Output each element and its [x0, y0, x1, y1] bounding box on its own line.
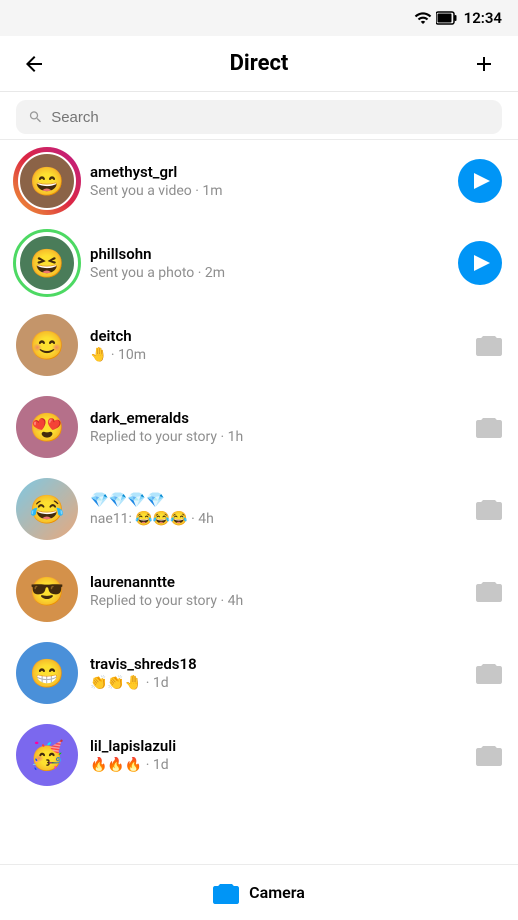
- camera-button[interactable]: [476, 580, 502, 602]
- message-preview: Sent you a video · 1m: [90, 183, 446, 199]
- play-button[interactable]: [458, 159, 502, 203]
- message-content: lil_lapislazuli 🔥🔥🔥 · 1d: [90, 737, 464, 773]
- camera-icon: [213, 882, 239, 904]
- message-content: 💎💎💎💎 nae11: 😂😂😂 · 4h: [90, 491, 464, 527]
- message-item[interactable]: 😎 laurenanntte Replied to your story · 4…: [0, 550, 518, 632]
- search-icon: [28, 109, 43, 125]
- message-item[interactable]: 😊 deitch 🤚 · 10m: [0, 304, 518, 386]
- avatar: 😎: [16, 560, 78, 622]
- message-item[interactable]: 😂 💎💎💎💎 nae11: 😂😂😂 · 4h: [0, 468, 518, 550]
- message-username: phillsohn: [90, 245, 446, 263]
- signal-icon: [414, 9, 432, 27]
- add-button[interactable]: [466, 46, 502, 82]
- message-preview: Sent you a photo · 2m: [90, 265, 446, 281]
- camera-button[interactable]: [476, 744, 502, 766]
- search-wrap[interactable]: [16, 100, 502, 134]
- back-icon: [22, 52, 46, 76]
- message-preview: 👏👏🤚 · 1d: [90, 675, 464, 691]
- avatar: 😊: [16, 314, 78, 376]
- message-preview: Replied to your story · 4h: [90, 593, 464, 609]
- message-username: deitch: [90, 327, 464, 345]
- camera-svg-icon: [213, 882, 239, 904]
- message-content: deitch 🤚 · 10m: [90, 327, 464, 363]
- message-username: amethyst_grl: [90, 163, 446, 181]
- camera-action-icon: [476, 744, 502, 766]
- message-item[interactable]: 🥳 lil_lapislazuli 🔥🔥🔥 · 1d: [0, 714, 518, 796]
- message-preview: Replied to your story · 1h: [90, 429, 464, 445]
- message-username: 💎💎💎💎: [90, 491, 464, 509]
- message-preview: 🔥🔥🔥 · 1d: [90, 757, 464, 773]
- avatar: 😆: [16, 232, 78, 294]
- message-username: dark_emeralds: [90, 409, 464, 427]
- back-button[interactable]: [16, 46, 52, 82]
- message-item[interactable]: 😁 travis_shreds18 👏👏🤚 · 1d: [0, 632, 518, 714]
- camera-button[interactable]: [476, 498, 502, 520]
- message-item[interactable]: 😍 dark_emeralds Replied to your story · …: [0, 386, 518, 468]
- message-content: phillsohn Sent you a photo · 2m: [90, 245, 446, 281]
- avatar: 😍: [16, 396, 78, 458]
- camera-action-icon: [476, 662, 502, 684]
- camera-button[interactable]: [476, 334, 502, 356]
- add-icon: [472, 52, 496, 76]
- top-nav: Direct: [0, 36, 518, 92]
- search-input[interactable]: [51, 109, 490, 126]
- message-preview: 🤚 · 10m: [90, 347, 464, 363]
- message-username: travis_shreds18: [90, 655, 464, 673]
- page-title: Direct: [230, 51, 289, 76]
- status-bar: 12:34: [0, 0, 518, 36]
- message-content: travis_shreds18 👏👏🤚 · 1d: [90, 655, 464, 691]
- camera-action-icon: [476, 334, 502, 356]
- camera-action-icon: [476, 580, 502, 602]
- search-bar: [0, 92, 518, 140]
- message-username: lil_lapislazuli: [90, 737, 464, 755]
- status-icons: [414, 9, 458, 27]
- message-content: amethyst_grl Sent you a video · 1m: [90, 163, 446, 199]
- play-button[interactable]: [458, 241, 502, 285]
- avatar: 😄: [16, 150, 78, 212]
- message-content: laurenanntte Replied to your story · 4h: [90, 573, 464, 609]
- messages-list: 😄 amethyst_grl Sent you a video · 1m 😆 p…: [0, 140, 518, 864]
- avatar: 😂: [16, 478, 78, 540]
- avatar: 😁: [16, 642, 78, 704]
- message-item[interactable]: 😄 amethyst_grl Sent you a video · 1m: [0, 140, 518, 222]
- camera-button[interactable]: [476, 662, 502, 684]
- battery-icon: [436, 11, 458, 25]
- bottom-bar[interactable]: Camera: [0, 864, 518, 920]
- message-preview: nae11: 😂😂😂 · 4h: [90, 511, 464, 527]
- message-content: dark_emeralds Replied to your story · 1h: [90, 409, 464, 445]
- camera-label: Camera: [249, 883, 305, 902]
- message-username: laurenanntte: [90, 573, 464, 591]
- camera-action-icon: [476, 416, 502, 438]
- message-item[interactable]: 😆 phillsohn Sent you a photo · 2m: [0, 222, 518, 304]
- time-display: 12:34: [464, 9, 502, 27]
- camera-button[interactable]: [476, 416, 502, 438]
- avatar: 🥳: [16, 724, 78, 786]
- camera-action-icon: [476, 498, 502, 520]
